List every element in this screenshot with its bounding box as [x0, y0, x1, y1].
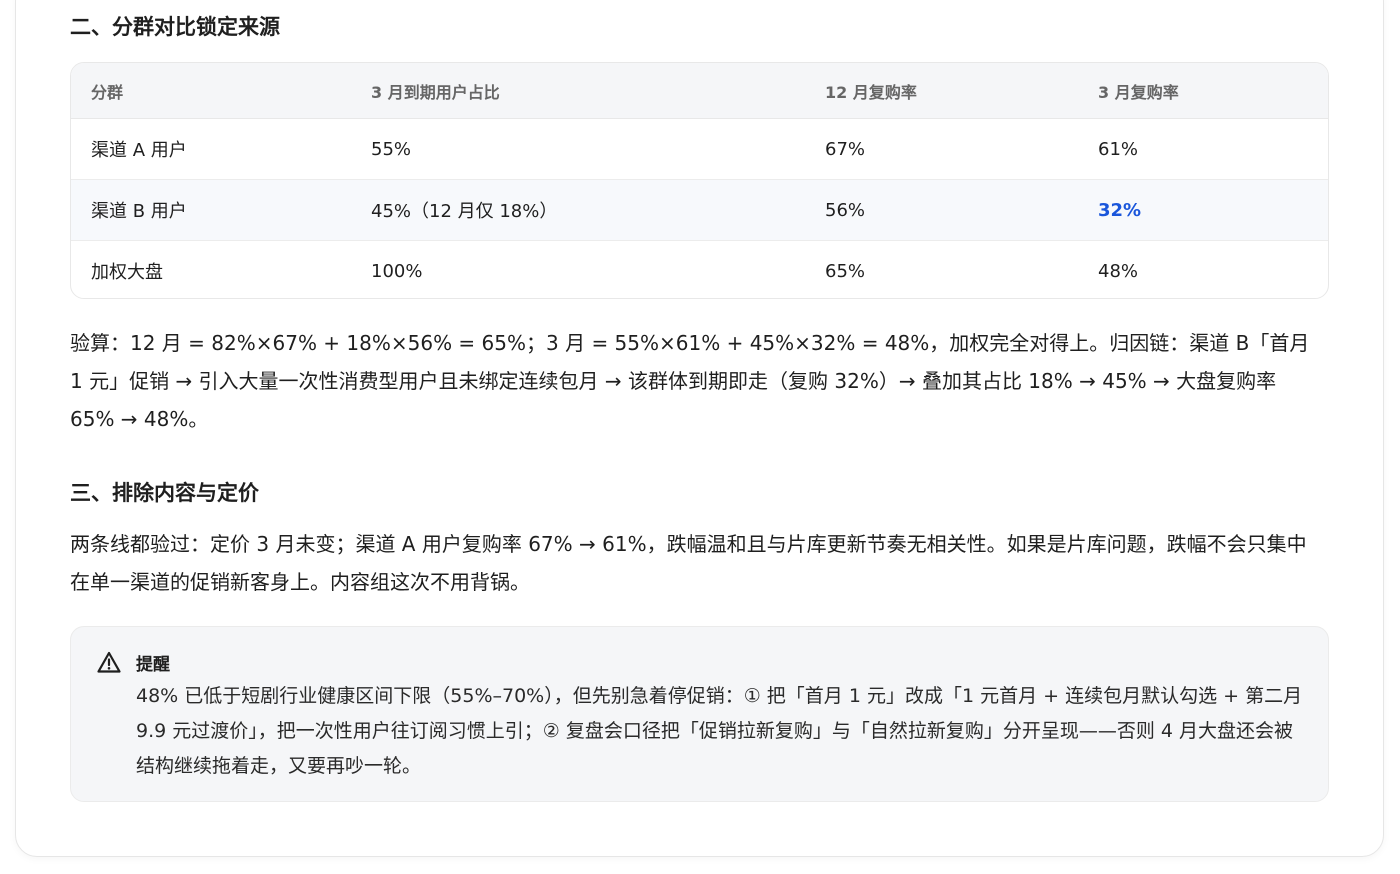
table-cell: 渠道 A 用户: [71, 118, 351, 180]
table-cell: 100%: [371, 260, 423, 282]
warning-icon: [97, 651, 121, 673]
table-cell: 67%: [805, 118, 1078, 180]
table-cell: 56%: [805, 179, 1078, 241]
table-cell: 65%: [825, 260, 866, 282]
table-header-row: 分群 3 月到期用户占比 12 月复购率 3 月复购率: [71, 63, 1328, 119]
section-3-heading: 三、排除内容与定价: [70, 481, 259, 505]
callout-title: 提醒: [136, 655, 170, 675]
column-header: 3 月复购率: [1078, 63, 1328, 119]
column-header: 12 月复购率: [805, 63, 1078, 119]
table-row: 渠道 A 用户 55% 67% 61%: [71, 118, 1328, 180]
column-header: 分群: [71, 63, 351, 119]
table-cell: 45%（12 月仅 18%）: [351, 179, 805, 241]
verification-paragraph: 验算：12 月 = 82%×67% + 18%×56% = 65%；3 月 = …: [70, 331, 1310, 431]
table-row: 渠道 B 用户 45%（12 月仅 18%） 56% 32%: [71, 179, 1328, 241]
table-cell: 48%: [1098, 260, 1139, 282]
column-header: 3 月到期用户占比: [351, 63, 805, 119]
section-2-heading: 二、分群对比锁定来源: [70, 15, 280, 39]
callout-body: 48% 已低于短剧行业健康区间下限（55%–70%），但先别急着停促销：① 把「…: [136, 685, 1303, 777]
table-cell: 55%: [351, 118, 805, 180]
highlighted-cell: 32%: [1078, 179, 1328, 241]
table-cell: 61%: [1078, 118, 1328, 180]
table-cell: 加权大盘: [91, 262, 163, 283]
table-row: 加权大盘 100% 65% 48%: [71, 241, 1328, 299]
segment-comparison-table: 分群 3 月到期用户占比 12 月复购率 3 月复购率 渠道 A 用户 55% …: [70, 62, 1329, 299]
exclusion-paragraph: 两条线都验过：定价 3 月未变；渠道 A 用户复购率 67% → 61%，跌幅温…: [70, 532, 1307, 594]
table-cell: 渠道 B 用户: [71, 179, 351, 241]
reminder-callout: 提醒 48% 已低于短剧行业健康区间下限（55%–70%），但先别急着停促销：①…: [70, 626, 1329, 802]
